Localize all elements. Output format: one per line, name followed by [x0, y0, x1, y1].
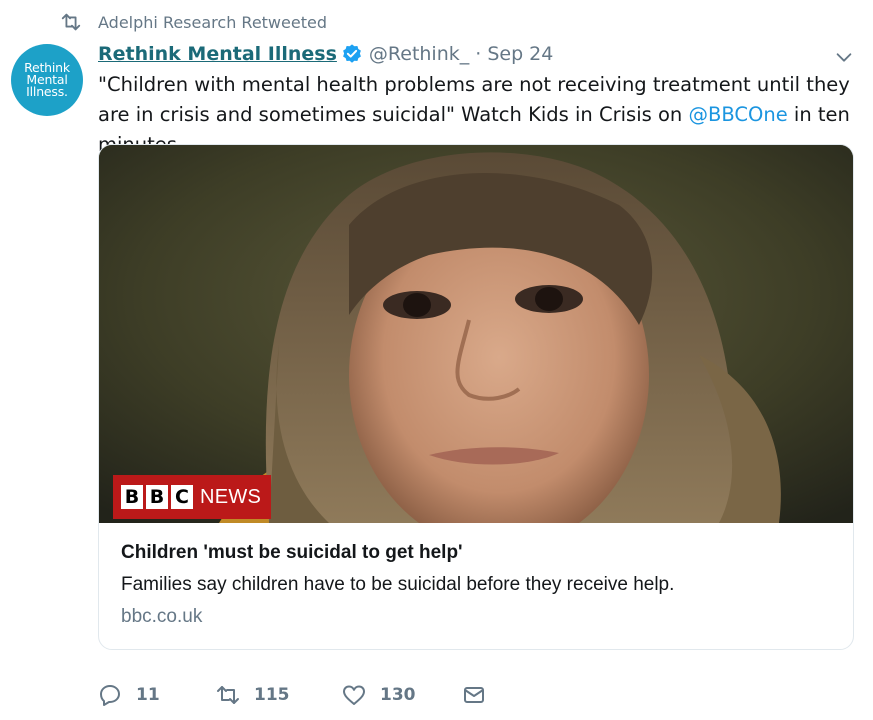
card-image[interactable]: B B C NEWS	[99, 145, 853, 523]
retweet-icon	[217, 686, 239, 704]
tweet-date[interactable]: Sep 24	[487, 43, 553, 65]
bbc-letter-1: B	[121, 485, 143, 509]
bbc-letter-3: C	[171, 485, 193, 509]
card-title[interactable]: Children 'must be suicidal to get help'	[121, 541, 841, 565]
bbc-news-logo: B B C NEWS	[113, 475, 271, 519]
reply-icon	[100, 685, 120, 706]
reply-button[interactable]: 11	[98, 683, 216, 707]
author-name[interactable]: Rethink Mental Illness	[98, 43, 337, 65]
retweet-icon	[61, 13, 81, 31]
avatar[interactable]: Rethink Mental Illness.	[11, 44, 83, 116]
avatar-line-3: Illness.	[26, 84, 68, 99]
heart-icon	[343, 685, 365, 705]
tweet-header: Rethink Mental Illness @Rethink_ · Sep 2…	[98, 40, 553, 68]
separator-dot: ·	[475, 43, 482, 65]
retweet-count: 115	[254, 685, 290, 705]
card-body[interactable]: Children 'must be suicidal to get help' …	[121, 541, 841, 629]
direct-message-button[interactable]	[462, 683, 500, 707]
reply-count: 11	[136, 685, 160, 705]
card-description: Families say children have to be suicida…	[121, 574, 675, 595]
bbc-letter-2: B	[146, 485, 168, 509]
bbc-news-word: NEWS	[200, 485, 262, 508]
like-count: 130	[380, 685, 416, 705]
retweet-context: Adelphi Research Retweeted	[60, 10, 327, 34]
author-handle[interactable]: @Rethink_	[369, 43, 469, 65]
retweet-context-label: Adelphi Research Retweeted	[98, 12, 327, 32]
like-button[interactable]: 130	[342, 683, 462, 707]
mention-link[interactable]: @BBCOne	[688, 103, 787, 126]
retweet-button[interactable]: 115	[216, 683, 342, 707]
chevron-down-icon[interactable]	[833, 46, 855, 68]
card-domain: bbc.co.uk	[121, 606, 203, 627]
link-card[interactable]: B B C NEWS Children 'must be suicidal to…	[98, 144, 854, 650]
envelope-icon	[464, 687, 484, 703]
verified-badge-icon	[343, 44, 361, 63]
child-portrait-image	[99, 145, 853, 523]
tweet-actions: 11 115 130	[98, 680, 500, 710]
